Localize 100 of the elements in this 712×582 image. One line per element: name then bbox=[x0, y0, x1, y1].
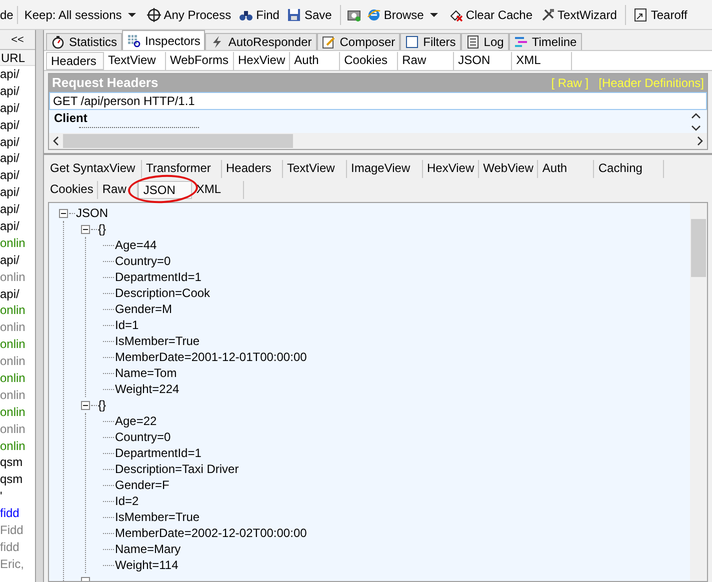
session-row[interactable]: api/ bbox=[0, 184, 35, 202]
tree-node[interactable]: IsMember=True bbox=[115, 333, 200, 349]
session-row[interactable]: api/ bbox=[0, 150, 35, 168]
tab[interactable]: Headers bbox=[222, 160, 283, 178]
session-row[interactable]: onlin bbox=[0, 370, 35, 387]
tab[interactable]: Timeline bbox=[508, 33, 582, 50]
tree-node[interactable]: Age=44 bbox=[115, 237, 157, 253]
toolbar-button[interactable]: Save bbox=[285, 4, 334, 26]
toolbar-dropdown[interactable]: Keep: All sessions bbox=[22, 4, 141, 26]
session-row[interactable]: api/ bbox=[0, 167, 35, 184]
session-row[interactable]: api/ bbox=[0, 134, 35, 150]
tab[interactable]: HexView bbox=[234, 52, 290, 70]
tab[interactable]: Log bbox=[460, 33, 509, 50]
tree-node[interactable]: DepartmentId=1 bbox=[115, 445, 202, 461]
collapse-button[interactable]: << bbox=[0, 30, 35, 50]
tree-node[interactable]: Gender=F bbox=[115, 477, 170, 493]
tab[interactable]: Raw bbox=[398, 52, 454, 70]
session-row[interactable]: Eric, bbox=[0, 556, 35, 573]
tree-node[interactable]: Id=2 bbox=[115, 493, 139, 509]
tree-node[interactable]: Age=22 bbox=[115, 413, 157, 429]
session-row[interactable]: api/ bbox=[0, 201, 35, 218]
tab[interactable]: Transformer bbox=[142, 160, 222, 178]
tab[interactable]: WebView bbox=[479, 160, 538, 178]
tree-node[interactable]: Name=Tom bbox=[115, 365, 177, 381]
tab[interactable]: Cookies bbox=[46, 180, 98, 198]
tree-node[interactable]: Description=Taxi Driver bbox=[115, 461, 239, 477]
session-row[interactable]: onlin bbox=[0, 268, 35, 286]
toolbar-dropdown[interactable]: Browse bbox=[364, 4, 443, 26]
session-row[interactable]: qsm bbox=[0, 471, 35, 488]
tree-node[interactable]: MemberDate=2001-12-01T00:00:00 bbox=[115, 349, 307, 365]
tab[interactable]: XML bbox=[192, 180, 244, 198]
tab[interactable]: JSON bbox=[138, 180, 192, 198]
session-row[interactable]: onlin bbox=[0, 302, 35, 320]
tree-node[interactable]: Id=1 bbox=[115, 317, 139, 333]
collapse-toggle-icon[interactable] bbox=[81, 400, 90, 410]
session-row[interactable]: api/ bbox=[0, 286, 35, 302]
session-row[interactable]: api/ bbox=[0, 252, 35, 269]
session-row[interactable]: api/ bbox=[0, 218, 35, 235]
tree-node[interactable]: DepartmentId=1 bbox=[115, 269, 202, 285]
session-row[interactable]: api/ bbox=[0, 82, 35, 100]
session-row[interactable]: onlin bbox=[0, 353, 35, 370]
tree-node[interactable]: Name=Mary bbox=[115, 541, 181, 557]
scroll-arrows-icon[interactable] bbox=[691, 112, 701, 132]
tree-node[interactable]: Country=0 bbox=[115, 253, 171, 269]
toolbar-button[interactable]: Any Process bbox=[144, 4, 234, 26]
tree-node[interactable]: JSON bbox=[76, 205, 108, 221]
tree-node[interactable]: MemberDate=2002-12-02T00:00:00 bbox=[115, 525, 307, 541]
tab[interactable]: Inspectors bbox=[122, 30, 206, 50]
tab[interactable]: ImageView bbox=[347, 160, 423, 178]
vertical-scrollbar[interactable] bbox=[690, 203, 707, 581]
session-row[interactable]: fidd bbox=[0, 538, 35, 556]
session-row[interactable]: api/ bbox=[0, 100, 35, 117]
tab[interactable]: Get SyntaxView bbox=[46, 160, 142, 178]
tab[interactable]: HexView bbox=[423, 160, 480, 178]
tree-node[interactable]: Country=0 bbox=[115, 429, 171, 445]
toolbar-button[interactable]: Find bbox=[237, 4, 282, 26]
scroll-right-icon[interactable] bbox=[697, 136, 703, 146]
session-row[interactable]: onlin bbox=[0, 438, 35, 454]
collapse-toggle-icon[interactable] bbox=[59, 208, 68, 218]
tab[interactable]: Auth bbox=[538, 160, 594, 178]
scroll-left-icon[interactable] bbox=[53, 136, 59, 146]
tab[interactable]: AutoResponder bbox=[205, 33, 317, 50]
tree-node[interactable]: IsMember=True bbox=[115, 509, 200, 525]
session-row[interactable]: onlin bbox=[0, 234, 35, 252]
tab[interactable]: Statistics bbox=[46, 33, 122, 50]
tree-node[interactable]: Description=Cook bbox=[115, 285, 210, 301]
tree-node[interactable]: Weight=224 bbox=[115, 381, 180, 397]
tab[interactable]: XML bbox=[512, 52, 572, 70]
toolbar-button[interactable]: Tearoff bbox=[632, 4, 690, 26]
session-row[interactable]: onlin bbox=[0, 336, 35, 354]
horizontal-scrollbar[interactable] bbox=[49, 133, 707, 149]
tree-node[interactable]: Weight=114 bbox=[115, 557, 178, 573]
tab[interactable]: WebForms bbox=[166, 52, 234, 70]
tab[interactable]: TextView bbox=[104, 52, 166, 70]
session-row[interactable]: onlin bbox=[0, 420, 35, 438]
tab[interactable]: Auth bbox=[290, 52, 340, 70]
session-row[interactable]: api/ bbox=[0, 116, 35, 134]
tree-node[interactable]: {} bbox=[98, 221, 106, 237]
toolbar-button[interactable]: Clear Cache bbox=[446, 4, 535, 26]
session-row[interactable]: onlin bbox=[0, 404, 35, 421]
tab[interactable]: Headers bbox=[46, 52, 104, 70]
toolbar-button[interactable]: TextWizard bbox=[538, 4, 619, 26]
tab[interactable]: Cookies bbox=[340, 52, 398, 70]
tree-node[interactable]: {} bbox=[98, 397, 106, 413]
tab[interactable]: JSON bbox=[454, 52, 512, 70]
checkbox-icon bbox=[405, 35, 420, 49]
session-row[interactable]: ' bbox=[0, 488, 35, 506]
tab[interactable]: TextView bbox=[283, 160, 347, 178]
session-row[interactable]: fidd bbox=[0, 505, 35, 522]
column-header[interactable]: URL bbox=[0, 50, 35, 66]
tab[interactable]: Filters bbox=[400, 33, 461, 50]
session-row[interactable]: onlin bbox=[0, 319, 35, 336]
session-row[interactable]: Fidd bbox=[0, 522, 35, 539]
session-row[interactable]: onlin bbox=[0, 386, 35, 404]
tab[interactable]: Composer bbox=[316, 33, 400, 50]
tree-node[interactable]: Gender=M bbox=[115, 301, 172, 317]
session-row[interactable]: qsm bbox=[0, 454, 35, 472]
session-row[interactable]: api/ bbox=[0, 66, 35, 83]
tab[interactable]: Caching bbox=[594, 160, 664, 178]
collapse-toggle-icon[interactable] bbox=[81, 224, 90, 234]
